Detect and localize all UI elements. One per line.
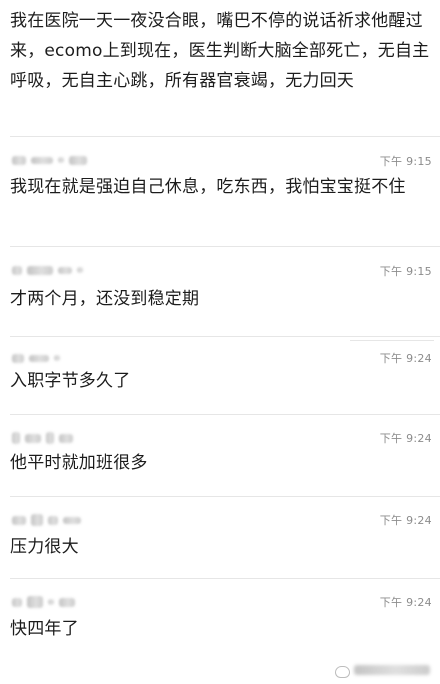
message-body: 快四年了 [10,614,430,644]
message-body: 压力很大 [10,532,430,562]
redaction-mark [54,355,60,361]
message-item: 我在医院一天一夜没合眼，嘴巴不停的说话祈求他醒过来，ecomo上到现在，医生判断… [10,6,430,96]
message-text: 快四年了 [10,619,79,639]
chat-screen: 我在医院一天一夜没合眼，嘴巴不停的说话祈求他醒过来，ecomo上到现在，医生判断… [0,0,440,684]
redaction-mark [12,265,22,275]
divider [10,246,440,247]
redaction-mark [12,353,24,363]
message-text: 他平时就加班很多 [10,453,148,473]
message-body: 才两个月，还没到稳定期 [10,284,430,314]
divider [350,340,434,341]
message-text: 才两个月，还没到稳定期 [10,289,200,309]
divider [10,414,440,415]
message-text: 我现在就是强迫自己休息，吃东西，我怕宝宝挺不住 [10,177,406,197]
redaction-mark [59,433,73,443]
redaction-mark [27,265,53,275]
divider [10,578,440,579]
sender-name-redacted [12,262,83,278]
divider [10,336,440,337]
message-time: 下午 9:24 [379,514,432,527]
redaction-mark [12,155,26,165]
redaction-mark [48,515,58,525]
redaction-mark [31,514,43,526]
sender-name-redacted [12,512,81,528]
sender-name-redacted [12,430,73,446]
redaction-mark [77,267,83,273]
source-watermark [335,665,430,678]
message-body: 我现在就是强迫自己休息，吃东西，我怕宝宝挺不住 [10,172,430,202]
redaction-mark [29,354,49,362]
redaction-mark [58,157,64,163]
sender-name-redacted [12,152,87,168]
message-text: 我在医院一天一夜没合眼，嘴巴不停的说话祈求他醒过来，ecomo上到现在，医生判断… [10,11,430,91]
divider [10,136,440,137]
message-body: 入职字节多久了 [10,366,430,396]
redaction-mark [69,155,87,165]
redaction-mark [48,599,54,605]
message-time: 下午 9:24 [379,352,432,365]
redaction-mark [12,515,26,525]
weibo-logo-icon [335,665,350,678]
redaction-mark [46,432,54,444]
sender-name-redacted [12,350,60,366]
redaction-mark [59,597,75,607]
redaction-mark [12,597,22,607]
redaction-mark [25,433,41,443]
sender-name-redacted [12,594,75,610]
redaction-mark [354,665,430,675]
message-time: 下午 9:24 [379,596,432,609]
message-time: 下午 9:15 [379,155,432,168]
redaction-mark [12,432,20,444]
message-text: 入职字节多久了 [10,371,131,391]
redaction-mark [58,266,72,274]
watermark-text-redacted [354,665,430,678]
divider [10,496,440,497]
message-time: 下午 9:24 [379,432,432,445]
redaction-mark [31,156,53,164]
message-text: 压力很大 [10,537,79,557]
message-body: 他平时就加班很多 [10,448,430,478]
redaction-mark [63,516,81,524]
message-time: 下午 9:15 [379,265,432,278]
redaction-mark [27,596,43,608]
